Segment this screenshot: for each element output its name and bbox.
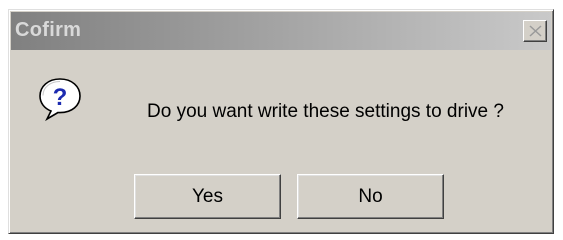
title-bar[interactable]: Cofirm — [11, 12, 551, 50]
no-button[interactable]: No — [297, 174, 444, 219]
question-mark-glyph: ? — [53, 84, 68, 111]
yes-button[interactable]: Yes — [134, 174, 281, 219]
confirm-dialog: Cofirm ? Do you want write these setting… — [8, 9, 554, 234]
dialog-message: Do you want write these settings to driv… — [147, 101, 504, 122]
dialog-title: Cofirm — [15, 19, 82, 41]
no-button-label: No — [358, 185, 383, 207]
yes-button-label: Yes — [192, 185, 223, 207]
question-icon: ? — [39, 78, 81, 122]
close-icon — [529, 25, 542, 37]
close-button[interactable] — [523, 20, 547, 42]
